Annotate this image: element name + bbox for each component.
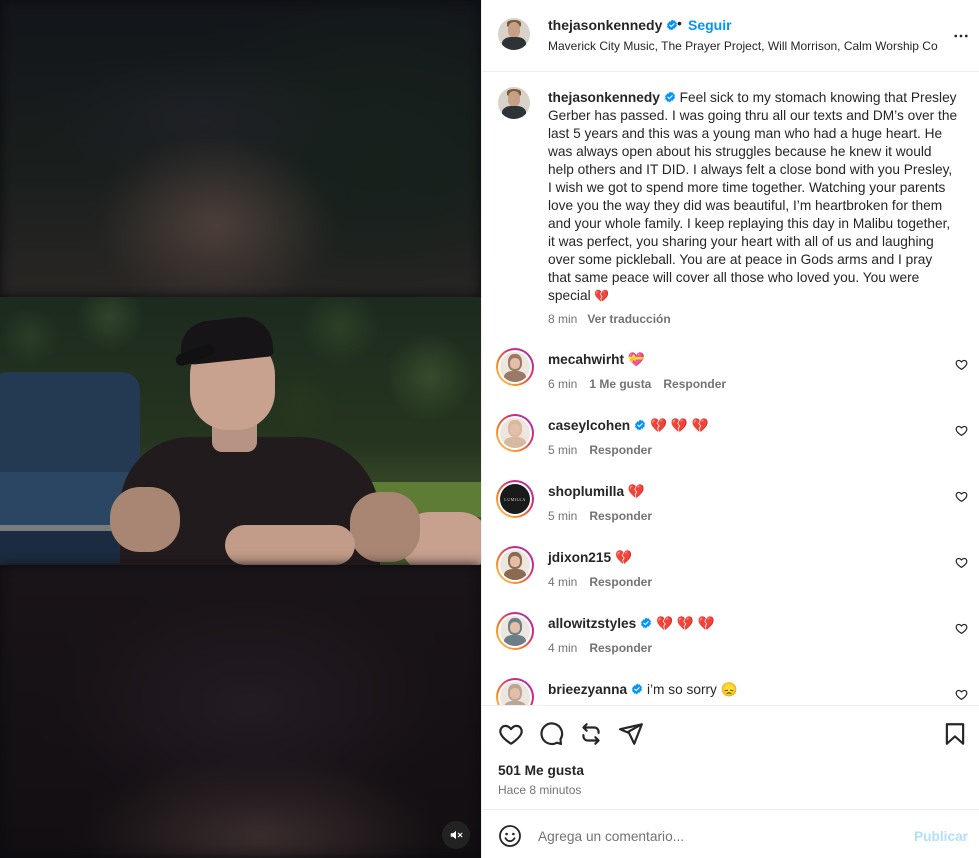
heart-icon[interactable]	[955, 556, 968, 569]
bookmark-icon[interactable]	[942, 721, 968, 747]
follow-button[interactable]: Seguir	[688, 17, 732, 33]
comment-row: mecahwirht 💝 6 min 1 Me gusta Responder	[482, 347, 979, 413]
comment-text: 💔 💔 💔	[649, 418, 709, 433]
header-separator: •	[677, 15, 682, 31]
video-blurred-top	[0, 0, 481, 297]
comment-row: caseylcohen 💔 💔 💔 5 min Responder	[482, 413, 979, 479]
translate-link[interactable]: Ver traducción	[587, 312, 670, 326]
heart-icon[interactable]	[955, 424, 968, 437]
comment-time: 5 min	[548, 509, 578, 523]
comment-text: i’m so sorry 😞	[646, 682, 738, 697]
commenter-avatar[interactable]: LUMILLA	[496, 480, 534, 518]
video-blurred-bottom	[0, 565, 481, 858]
comment-text: 💔	[614, 550, 632, 565]
caption-body: Feel sick to my stomach knowing that Pre…	[548, 90, 958, 303]
comment-input[interactable]	[538, 823, 898, 849]
repost-icon[interactable]	[578, 721, 604, 747]
avatar-logo-text: LUMILLA	[504, 496, 526, 502]
video-frame	[0, 297, 481, 565]
caption-author-avatar[interactable]	[498, 87, 530, 119]
comment-body: shoplumilla 💔	[548, 484, 645, 500]
comment-row: brieezyanna i’m so sorry 😞	[482, 677, 979, 705]
post-actions-bar: 501 Me gusta Hace 8 minutos	[482, 705, 979, 809]
verified-badge-icon	[635, 419, 646, 431]
comment-time: 5 min	[548, 443, 578, 457]
reply-button[interactable]: Responder	[589, 509, 652, 523]
comment-body: allowitzstyles 💔 💔 💔	[548, 616, 715, 632]
comment-meta: 4 min Responder	[548, 575, 664, 589]
verified-badge-icon	[641, 617, 652, 629]
commenter-avatar[interactable]	[496, 546, 534, 584]
comment-body: jdixon215 💔	[548, 550, 632, 566]
likes-count[interactable]: 501 Me gusta	[498, 763, 584, 778]
commenter-avatar[interactable]	[496, 678, 534, 705]
smiley-icon[interactable]	[498, 824, 522, 848]
publish-button[interactable]: Publicar	[914, 829, 968, 844]
commenter-username[interactable]: jdixon215	[548, 550, 611, 565]
commenter-username[interactable]: allowitzstyles	[548, 616, 636, 631]
comment-row: allowitzstyles 💔 💔 💔 4 min Responder	[482, 611, 979, 677]
post-header: thejasonkennedy • Seguir Maverick City M…	[482, 0, 979, 72]
reply-button[interactable]: Responder	[589, 641, 652, 655]
reply-button[interactable]: Responder	[589, 443, 652, 457]
verified-badge-icon	[664, 91, 675, 103]
audio-attribution[interactable]: Maverick City Music, The Prayer Project,…	[548, 39, 938, 53]
post-timestamp: Hace 8 minutos	[498, 783, 582, 797]
comment-time: 6 min	[548, 377, 578, 391]
verified-badge-icon	[632, 683, 643, 695]
heart-icon[interactable]	[498, 721, 524, 747]
caption-meta: 8 min Ver traducción	[548, 312, 671, 326]
comment-meta: 5 min Responder	[548, 443, 664, 457]
mute-toggle-button[interactable]	[442, 821, 470, 849]
commenter-avatar[interactable]	[496, 612, 534, 650]
author-avatar[interactable]	[498, 18, 530, 50]
comment-meta: 5 min Responder	[548, 509, 664, 523]
post-video[interactable]	[0, 0, 481, 858]
commenter-username[interactable]: caseylcohen	[548, 418, 630, 433]
comment-composer: Publicar	[482, 809, 979, 858]
comment-body: mecahwirht 💝	[548, 352, 645, 368]
caption-text: thejasonkennedy Feel sick to my stomach …	[548, 89, 958, 305]
comment-meta: 6 min 1 Me gusta Responder	[548, 377, 738, 391]
commenter-username[interactable]: shoplumilla	[548, 484, 624, 499]
comment-time: 4 min	[548, 641, 578, 655]
comment-text: 💔 💔 💔	[656, 616, 715, 631]
heart-icon[interactable]	[955, 622, 968, 635]
commenter-username[interactable]: brieezyanna	[548, 682, 627, 697]
instagram-post-modal: thejasonkennedy • Seguir Maverick City M…	[0, 0, 979, 858]
caption-time: 8 min	[548, 312, 578, 326]
comment-icon[interactable]	[538, 721, 564, 747]
reply-button[interactable]: Responder	[589, 575, 652, 589]
comment-text: 💔	[627, 484, 645, 499]
post-side-panel: thejasonkennedy • Seguir Maverick City M…	[481, 0, 979, 858]
commenter-username[interactable]: mecahwirht	[548, 352, 624, 367]
comment-row: LUMILLA shoplumilla 💔 5 min Responder	[482, 479, 979, 545]
speaker-muted-icon	[450, 830, 463, 840]
commenter-avatar[interactable]	[496, 348, 534, 386]
heart-icon[interactable]	[955, 688, 968, 701]
comment-body: caseylcohen 💔 💔 💔	[548, 418, 709, 434]
broken-heart-emoji: 💔	[594, 289, 610, 303]
heart-icon[interactable]	[955, 358, 968, 371]
comments-scroll-area[interactable]: thejasonkennedy Feel sick to my stomach …	[482, 73, 979, 705]
comment-time: 4 min	[548, 575, 578, 589]
author-username[interactable]: thejasonkennedy	[548, 17, 678, 33]
comment-meta: 4 min Responder	[548, 641, 664, 655]
comment-text: 💝	[627, 352, 645, 367]
more-horizontal-icon[interactable]	[952, 27, 970, 45]
comment-likes[interactable]: 1 Me gusta	[589, 377, 651, 391]
send-icon[interactable]	[618, 721, 644, 747]
comment-body: brieezyanna i’m so sorry 😞	[548, 682, 738, 698]
reply-button[interactable]: Responder	[663, 377, 726, 391]
commenter-avatar[interactable]	[496, 414, 534, 452]
heart-icon[interactable]	[955, 490, 968, 503]
comment-row: jdixon215 💔 4 min Responder	[482, 545, 979, 611]
caption-username[interactable]: thejasonkennedy	[548, 90, 660, 105]
